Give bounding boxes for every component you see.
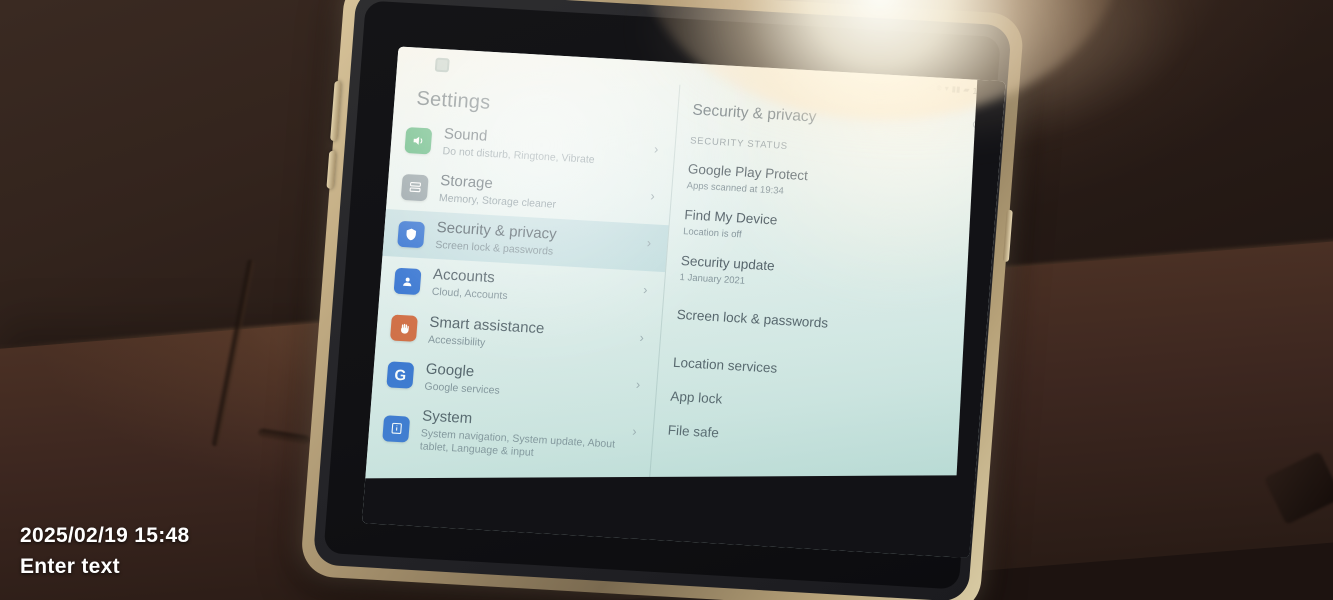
chevron-right-icon: › — [649, 188, 656, 204]
chevron-right-icon: › — [635, 376, 641, 392]
sidebar-item-text: Google Google services — [424, 360, 631, 405]
chevron-right-icon: › — [642, 282, 649, 298]
chevron-right-icon: › — [631, 423, 638, 439]
battery-icon: ▰ — [963, 85, 970, 95]
shield-icon — [397, 220, 426, 248]
overlay-timestamp: 2025/02/19 15:48 — [20, 524, 190, 547]
chevron-right-icon: › — [653, 141, 659, 157]
sidebar-item-label: Accounts — [432, 266, 496, 287]
detail-row-label: Screen lock & passwords — [676, 306, 829, 331]
photo-scene: ⌾ ▾ ▮▮ ▰ 19:48 Settings — [0, 0, 1333, 600]
info-icon — [382, 415, 411, 443]
tablet-screen: ⌾ ▾ ▮▮ ▰ 19:48 Settings — [361, 46, 1006, 559]
overlay-enter-text-prompt: Enter text — [20, 555, 120, 578]
status-bar-icons: ⌾ ▾ ▮▮ ▰ — [936, 83, 970, 95]
sidebar-item-text: Sound Do not disturb, Ringtone, Vibrate — [442, 125, 649, 170]
wifi-icon: ▾ — [944, 83, 949, 94]
account-icon — [393, 267, 422, 295]
hand-icon — [389, 314, 418, 342]
sidebar-item-sublabel: System navigation, System update, About … — [419, 427, 616, 459]
google-g-icon: G — [386, 361, 415, 389]
storage-icon — [400, 173, 429, 201]
tablet-device: ⌾ ▾ ▮▮ ▰ 19:48 Settings — [299, 0, 1025, 600]
sidebar-item-label: Storage — [439, 172, 494, 193]
speaker-icon — [404, 126, 433, 155]
tablet-bezel: ⌾ ▾ ▮▮ ▰ 19:48 Settings — [323, 0, 1006, 590]
chevron-right-icon: › — [646, 235, 652, 251]
settings-sidebar: Settings Sound Do not disturb, Ringtone,… — [361, 68, 681, 540]
bezel-bottom-cut — [361, 475, 1006, 559]
sidebar-item-label: Sound — [443, 125, 488, 145]
sidebar-item-text: Smart assistance Accessibility — [428, 313, 635, 358]
signal-icon: ▮▮ — [951, 84, 961, 94]
sidebar-item-text: Accounts Cloud, Accounts — [431, 266, 638, 311]
sidebar-item-text: Security & privacy Screen lock & passwor… — [435, 219, 642, 264]
sidebar-item-text: Storage Memory, Storage cleaner — [438, 172, 645, 217]
detail-row-label: Location services — [672, 354, 778, 376]
cast-icon: ⌾ — [936, 83, 942, 93]
sidebar-item-label: Google — [425, 360, 475, 380]
chevron-right-icon: › — [639, 329, 645, 345]
screenshot-indicator-icon — [434, 57, 450, 73]
sidebar-item-label: System — [421, 407, 473, 427]
sidebar-item-text: System System navigation, System update,… — [419, 407, 627, 465]
detail-title: Security & privacy — [691, 101, 818, 126]
